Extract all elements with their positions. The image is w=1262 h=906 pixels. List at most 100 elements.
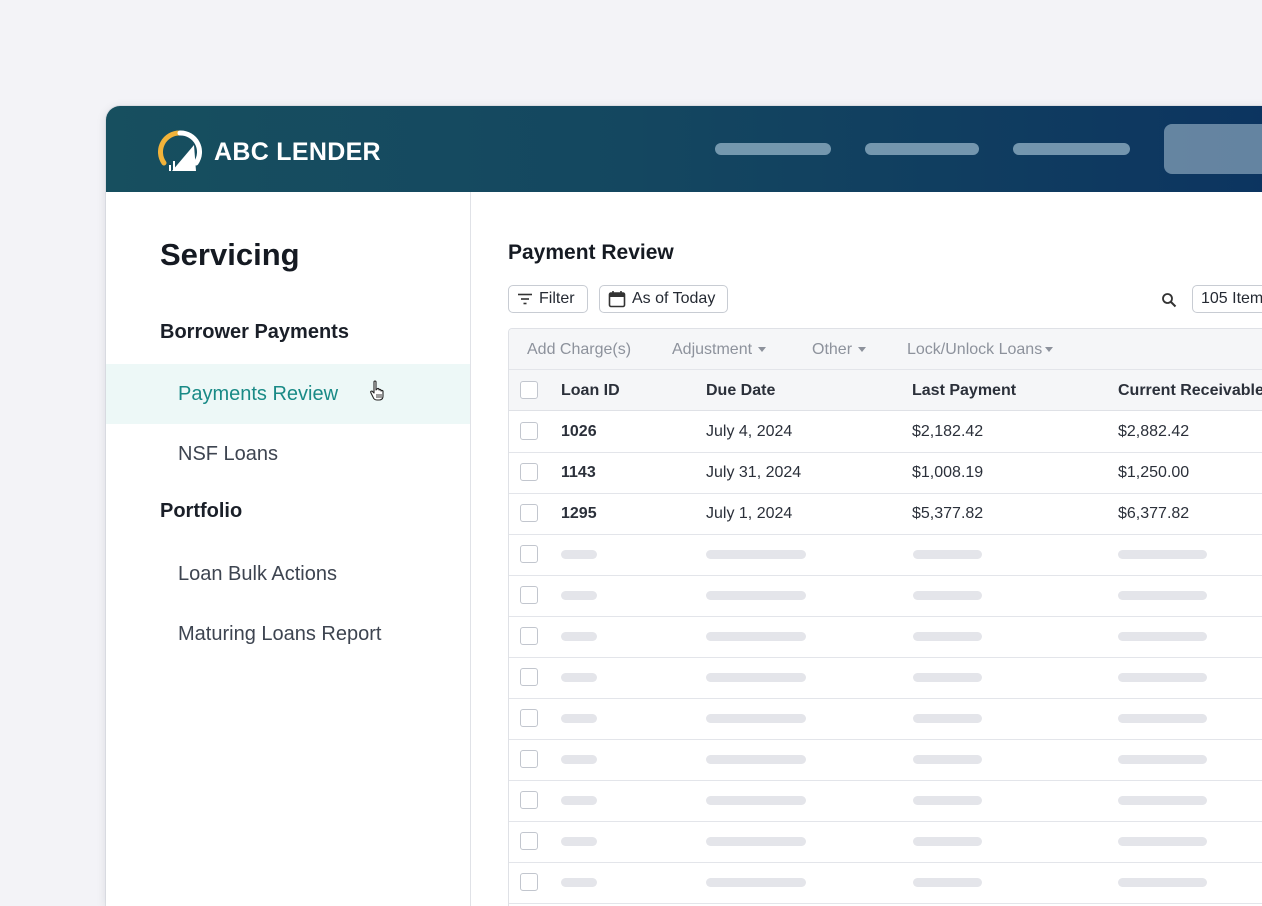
row-checkbox[interactable] — [520, 791, 538, 809]
placeholder-row[interactable] — [509, 862, 1262, 904]
column-header-current-receivable[interactable]: Current Receivable — [1118, 370, 1262, 411]
loan-id-cell: 1026 — [561, 423, 597, 440]
column-header-last-payment[interactable]: Last Payment — [912, 370, 1016, 411]
add-charges-action[interactable]: Add Charge(s) — [527, 329, 631, 369]
skeleton-bar — [1118, 714, 1207, 723]
current-receivable-cell: $2,882.42 — [1118, 423, 1190, 440]
bulk-actions-bar: Add Charge(s) Adjustment Other Lock/Unlo… — [509, 329, 1262, 370]
current-receivable-cell: $1,250.00 — [1118, 464, 1190, 481]
column-header-due-date[interactable]: Due Date — [706, 370, 775, 411]
filter-label: Filter — [539, 290, 575, 307]
skeleton-bar — [706, 632, 806, 641]
action-label: Adjustment — [672, 341, 753, 358]
skeleton-bar — [706, 796, 806, 805]
placeholder-row[interactable] — [509, 657, 1262, 699]
sidebar-item-label: Payments Review — [178, 383, 339, 405]
section-title-portfolio: Portfolio — [160, 500, 243, 522]
placeholder-row[interactable] — [509, 616, 1262, 658]
other-dropdown[interactable]: Other — [812, 329, 867, 369]
skeleton-bar — [913, 837, 982, 846]
brand-name: ABC LENDER — [214, 137, 381, 166]
due-date-cell: July 4, 2024 — [706, 423, 793, 440]
payment-review-table: Add Charge(s) Adjustment Other Lock/Unlo… — [508, 328, 1262, 906]
nav-link-placeholder[interactable] — [715, 143, 831, 155]
skeleton-bar — [561, 550, 597, 559]
row-checkbox[interactable] — [520, 668, 538, 686]
filter-button[interactable]: Filter — [508, 285, 588, 313]
brand[interactable]: ABC LENDER — [158, 130, 381, 174]
skeleton-bar — [1118, 632, 1207, 641]
row-checkbox[interactable] — [520, 627, 538, 645]
items-count-select[interactable]: 105 Items — [1192, 285, 1262, 313]
lock-unlock-loans-dropdown[interactable]: Lock/Unlock Loans — [907, 329, 1054, 369]
page-title: Payment Review — [508, 241, 674, 264]
sidebar-title: Servicing — [160, 237, 300, 272]
skeleton-bar — [561, 591, 597, 600]
search-icon[interactable] — [1161, 292, 1177, 308]
sidebar-item-loan-bulk-actions[interactable]: Loan Bulk Actions — [106, 544, 470, 604]
row-checkbox[interactable] — [520, 545, 538, 563]
table-row[interactable]: 1026 July 4, 2024 $2,182.42 $2,882.42 — [509, 411, 1262, 453]
row-checkbox[interactable] — [520, 504, 538, 522]
sidebar: Servicing Borrower Payments Payments Rev… — [106, 192, 471, 906]
table-row[interactable]: 1143 July 31, 2024 $1,008.19 $1,250.00 — [509, 452, 1262, 494]
skeleton-bar — [706, 837, 806, 846]
row-checkbox[interactable] — [520, 422, 538, 440]
sidebar-item-label: Loan Bulk Actions — [178, 563, 337, 585]
top-navigation-bar: ABC LENDER — [106, 106, 1262, 192]
date-picker-button[interactable]: As of Today — [599, 285, 728, 313]
section-title-borrower-payments: Borrower Payments — [160, 321, 349, 343]
chevron-down-icon — [1045, 347, 1054, 353]
skeleton-bar — [561, 796, 597, 805]
placeholder-row[interactable] — [509, 739, 1262, 781]
skeleton-bar — [913, 550, 982, 559]
skeleton-bar — [913, 714, 982, 723]
skeleton-bar — [1118, 796, 1207, 805]
skeleton-bar — [913, 796, 982, 805]
adjustment-dropdown[interactable]: Adjustment — [672, 329, 767, 369]
row-checkbox[interactable] — [520, 750, 538, 768]
sidebar-item-label: Maturing Loans Report — [178, 623, 382, 645]
skeleton-bar — [561, 878, 597, 887]
nav-link-placeholder[interactable] — [865, 143, 979, 155]
skeleton-bar — [561, 632, 597, 641]
placeholder-row[interactable] — [509, 534, 1262, 576]
skeleton-bar — [561, 837, 597, 846]
placeholder-row[interactable] — [509, 575, 1262, 617]
skeleton-bar — [706, 714, 806, 723]
row-checkbox[interactable] — [520, 709, 538, 727]
due-date-cell: July 1, 2024 — [706, 505, 793, 522]
nav-button-placeholder[interactable] — [1164, 124, 1262, 174]
sidebar-item-nsf-loans[interactable]: NSF Loans — [106, 424, 470, 484]
row-checkbox[interactable] — [520, 463, 538, 481]
table-header: Loan ID Due Date Last Payment Current Re… — [509, 370, 1262, 411]
app-window: ABC LENDER Servicing Borrower Payments P… — [106, 106, 1262, 906]
placeholder-row[interactable] — [509, 821, 1262, 863]
skeleton-bar — [706, 878, 806, 887]
select-all-checkbox[interactable] — [520, 381, 538, 399]
skeleton-bar — [1118, 673, 1207, 682]
hand-pointer-icon — [370, 380, 384, 401]
table-row[interactable]: 1295 July 1, 2024 $5,377.82 $6,377.82 — [509, 493, 1262, 535]
skeleton-bar — [1118, 550, 1207, 559]
skeleton-bar — [913, 591, 982, 600]
column-header-loan-id[interactable]: Loan ID — [561, 370, 620, 411]
action-label: Add Charge(s) — [527, 341, 632, 358]
placeholder-row[interactable] — [509, 698, 1262, 740]
row-checkbox[interactable] — [520, 832, 538, 850]
calendar-icon — [608, 291, 626, 308]
skeleton-bar — [706, 550, 806, 559]
date-label: As of Today — [632, 290, 716, 307]
row-checkbox[interactable] — [520, 586, 538, 604]
due-date-cell: July 31, 2024 — [706, 464, 802, 481]
nav-link-placeholder[interactable] — [1013, 143, 1130, 155]
loan-id-cell: 1295 — [561, 505, 597, 522]
placeholder-row[interactable] — [509, 780, 1262, 822]
skeleton-bar — [913, 673, 982, 682]
sidebar-item-payments-review[interactable]: Payments Review — [106, 364, 470, 424]
skeleton-bar — [1118, 591, 1207, 600]
row-checkbox[interactable] — [520, 873, 538, 891]
last-payment-cell: $5,377.82 — [912, 505, 984, 522]
sidebar-item-maturing-loans-report[interactable]: Maturing Loans Report — [106, 604, 470, 664]
skeleton-bar — [561, 755, 597, 764]
